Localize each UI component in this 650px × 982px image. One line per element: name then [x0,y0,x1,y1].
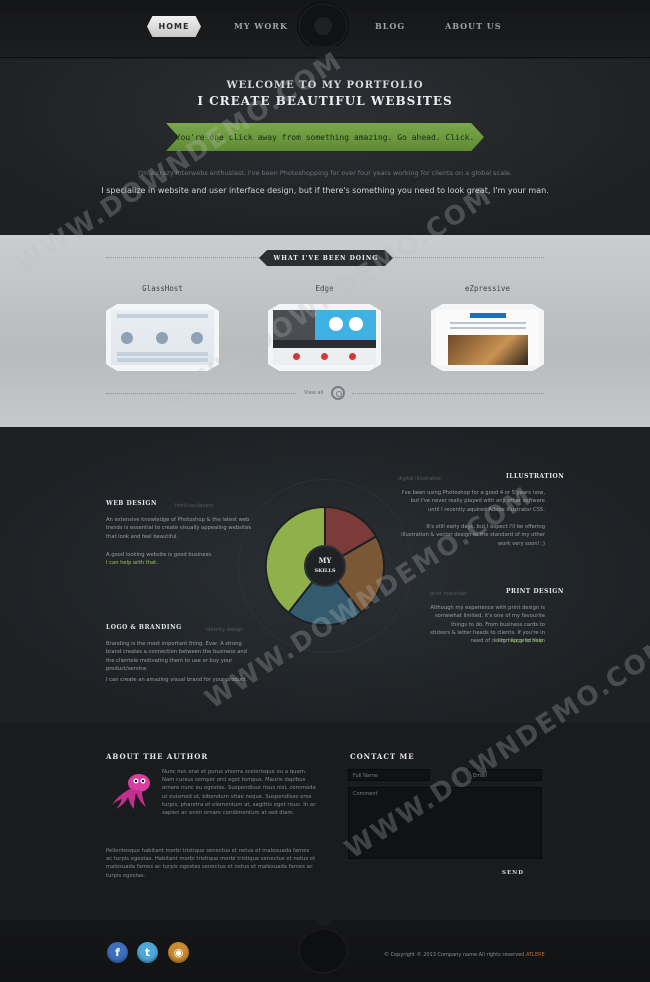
skill-text-illustration: I've been using Photoshop for a good 4 o… [401,490,545,513]
send-button[interactable]: SEND [490,867,536,878]
skill-sub-illustration: digital illustration [398,476,442,482]
email-field[interactable]: Email [468,769,542,781]
skill-text-logo-2: I can create an amazing visual brand for… [106,677,248,683]
pie-center-line2: SKILLS [315,568,336,574]
pie-center [304,545,346,587]
skill-title-print: PRINT DESIGN [506,588,564,595]
cta-ribbon[interactable]: You're one click away from something ama… [166,123,484,151]
project-title-ezpressive[interactable]: eZpressive [431,284,544,293]
thumb-image [273,310,376,365]
about-title: ABOUT THE AUTHOR [106,752,209,761]
skill-sub-logo: identity design [206,627,244,633]
divider-line [352,393,544,394]
about-text-1: Nunc nec erat et purus viverra scelerisq… [162,769,316,817]
skill-text-web: An extensive knowledge of Photoshop & th… [106,517,252,540]
skill-link-print[interactable]: I'm happy to help. [470,637,545,645]
nav-about-us[interactable]: ABOUT US [445,21,502,31]
hero-statement: I specialize in website and user interfa… [101,186,549,195]
hero-intro: I'm a crazy interwebs enthusiast. I've b… [138,169,512,177]
fullname-field[interactable]: Full Name [348,769,430,781]
skill-link-web[interactable]: I can help with that. [106,559,256,567]
hero-welcome: WELCOME TO MY PORTFOLIO [226,80,424,91]
project-title-glasshost[interactable]: GlassHost [106,284,219,293]
nav-my-work[interactable]: MY WORK [234,21,288,31]
skill-sub-print: print materials [430,591,467,597]
nav-blog[interactable]: BLOG [375,21,405,31]
project-title-edge[interactable]: Edge [268,284,381,293]
site-header: HOME MY WORK BLOG ABOUT US [0,0,650,68]
rss-icon[interactable]: ◉ [168,942,189,963]
view-all-icon[interactable] [331,386,345,400]
footer-section: ABOUT THE AUTHOR Nunc nec erat et purus … [0,723,650,920]
logo-emblem[interactable] [300,5,346,47]
about-text-2: Pellentesque habitant morbi tristique se… [106,848,316,879]
skill-text-illustration-2: It's still early days, but I expect I'll… [401,524,545,547]
skills-pie-chart: MY SKILLS [264,505,386,627]
hero-headline: I CREATE BEAUTIFUL WEBSITES [197,94,453,108]
skill-sub-web: html/css/jquery [175,503,214,509]
divider-line [106,393,296,394]
project-thumb-ezpressive[interactable] [431,304,544,371]
bottom-notch [305,915,345,927]
thumb-image [436,310,539,365]
comment-field[interactable]: Comment [348,787,542,859]
squid-avatar [112,774,150,809]
project-thumb-glasshost[interactable] [106,304,219,371]
skill-text-logo: Branding is the most important thing. Ev… [106,641,247,672]
copyright: © Copyright © 2013 Company name All righ… [384,952,545,958]
skill-title-web: WEB DESIGN [106,500,157,507]
copyright-text: © Copyright © 2013 Company name All righ… [384,952,525,958]
facebook-icon[interactable]: f [107,942,128,963]
twitter-icon[interactable]: t [137,942,158,963]
contact-title: CONTACT ME [350,752,415,761]
pie-center-line1: MY [319,556,333,565]
work-section: WHAT I'VE BEEN DOING GlassHost Edge eZpr… [0,235,650,427]
skill-title-logo: LOGO & BRANDING [106,624,182,631]
bottom-emblem [300,930,346,972]
work-banner: WHAT I'VE BEEN DOING [259,250,393,266]
thumb-image [111,310,214,365]
nav-home[interactable]: HOME [147,16,201,37]
skill-title-illustration: ILLUSTRATION [506,473,565,480]
skills-section: MY SKILLS html/css/jquery WEB DESIGN An … [0,427,650,723]
copyright-accent[interactable]: ATLERE [526,952,545,958]
bottom-bar [0,915,650,982]
view-all-link[interactable]: View all [304,390,323,396]
project-thumb-edge[interactable] [268,304,381,371]
hero-section: WELCOME TO MY PORTFOLIO I CREATE BEAUTIF… [0,59,650,235]
